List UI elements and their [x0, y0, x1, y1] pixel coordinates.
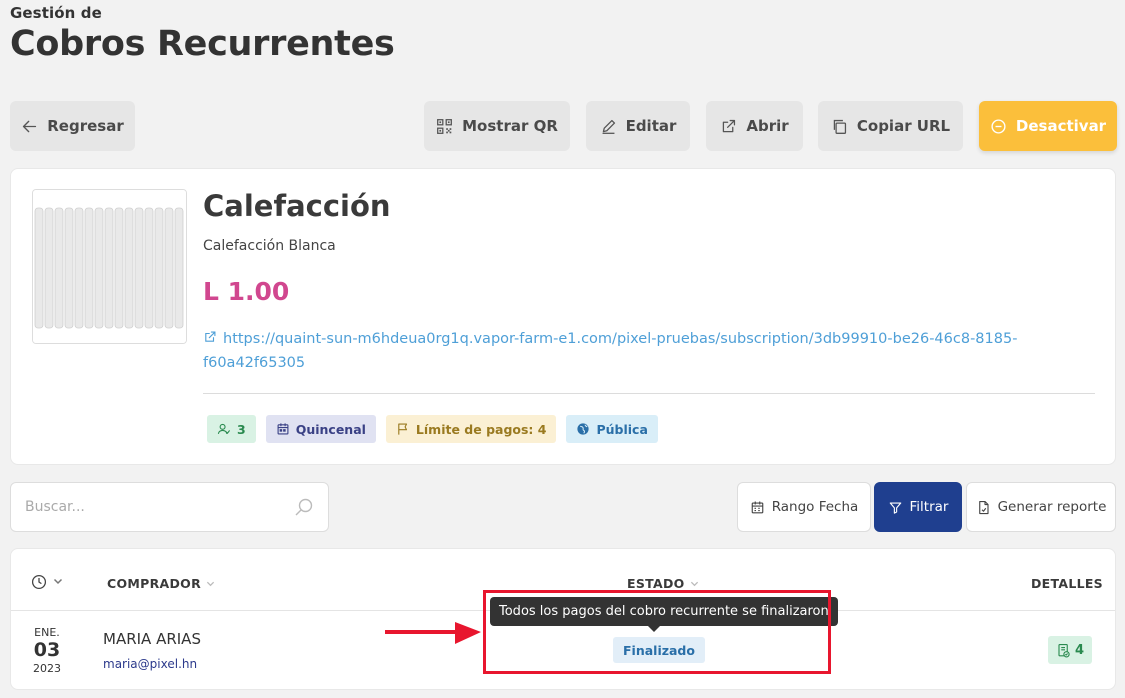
column-status[interactable]: ESTADO [627, 576, 699, 591]
search-input[interactable] [11, 483, 328, 531]
row-date: ENE. 03 2023 [31, 627, 63, 674]
receipt-icon [1058, 643, 1070, 657]
external-link-icon [205, 331, 216, 342]
visibility-badge: Pública [566, 415, 658, 443]
search-icon[interactable] [294, 497, 314, 517]
date-range-label: Rango Fecha [771, 499, 859, 515]
product-price: L 1.00 [203, 277, 290, 306]
filter-button[interactable]: Filtrar [874, 482, 962, 532]
generate-report-button[interactable]: Generar reporte [966, 482, 1116, 532]
visibility-label: Pública [596, 421, 648, 437]
product-image [32, 189, 187, 344]
row-date-year: 2023 [33, 662, 61, 675]
open-button[interactable]: Abrir [706, 101, 803, 151]
globe-icon [577, 423, 590, 435]
product-tags: 3 Quincenal Límite de pagos: 4 Pública [207, 415, 658, 443]
pencil-icon [602, 119, 615, 134]
divider [203, 393, 1095, 394]
annotation-arrow-icon [385, 622, 481, 644]
radiator-image [33, 190, 186, 343]
subscribers-badge: 3 [207, 415, 256, 443]
subscribers-count: 3 [237, 421, 246, 437]
column-buyer[interactable]: COMPRADOR [107, 576, 215, 591]
product-url-line2: f60a42f65305 [203, 355, 306, 371]
product-url-line1: https://quaint-sun-m6hdeua0rg1q.vapor-fa… [223, 331, 1018, 347]
calendar-icon [751, 501, 763, 513]
chevron-down-icon [690, 581, 698, 587]
external-link-icon [723, 119, 736, 132]
product-description: Calefacción Blanca [203, 238, 336, 254]
filter-label: Filtrar [909, 499, 949, 515]
row-date-day: 03 [33, 639, 61, 661]
status-tooltip: Todos los pagos del cobro recurrente se … [490, 597, 838, 632]
frequency-label: Quincenal [295, 421, 366, 437]
frequency-badge: Quincenal [265, 415, 376, 443]
column-details: DETALLES [1031, 576, 1103, 591]
open-label: Abrir [746, 117, 789, 135]
column-details-label: DETALLES [1030, 576, 1103, 591]
product-name: Calefacción [203, 189, 391, 223]
payment-limit-label: Límite de pagos: 4 [415, 421, 547, 437]
copy-url-button[interactable]: Copiar URL [818, 101, 963, 151]
generate-report-label: Generar reporte [997, 499, 1107, 515]
column-buyer-label: COMPRADOR [107, 576, 202, 591]
page-header: Gestión de Cobros Recurrentes [10, 4, 395, 64]
copy-url-label: Copiar URL [856, 117, 951, 135]
flag-icon [398, 423, 407, 435]
buyer-email: maria@pixel.hn [103, 657, 198, 671]
details-button[interactable]: 4 [1047, 636, 1092, 664]
payment-limit-badge: Límite de pagos: 4 [385, 415, 557, 443]
product-card: Calefacción Calefacción Blanca L 1.00 ht… [10, 168, 1116, 465]
qr-code-icon [437, 118, 453, 134]
page-subtitle: Gestión de [10, 4, 102, 22]
calendar-icon [277, 423, 289, 435]
show-qr-button[interactable]: Mostrar QR [424, 101, 570, 151]
minus-circle-icon [991, 118, 1006, 134]
search-box[interactable] [10, 482, 329, 532]
document-icon [978, 500, 989, 514]
edit-button[interactable]: Editar [586, 101, 690, 151]
column-status-label: ESTADO [627, 576, 685, 591]
copy-icon [833, 119, 846, 134]
product-url-link[interactable]: https://quaint-sun-m6hdeua0rg1q.vapor-fa… [203, 327, 1033, 375]
date-range-button[interactable]: Rango Fecha [737, 482, 871, 532]
details-count: 4 [1074, 642, 1084, 658]
edit-label: Editar [625, 117, 677, 135]
back-button[interactable]: Regresar [10, 101, 135, 151]
page-title: Cobros Recurrentes [10, 24, 395, 64]
row-date-month: ENE. [34, 626, 60, 639]
filter-icon [889, 501, 901, 514]
deactivate-label: Desactivar [1015, 117, 1107, 135]
status-badge[interactable]: Finalizado [613, 637, 705, 663]
chevron-down-icon[interactable] [53, 576, 63, 586]
users-icon [217, 423, 231, 435]
show-qr-label: Mostrar QR [462, 117, 558, 135]
buyer-name: MARIA ARIAS [103, 630, 201, 648]
clock-icon[interactable] [31, 574, 47, 590]
back-button-label: Regresar [47, 117, 124, 135]
chevron-down-icon [206, 581, 215, 587]
deactivate-button[interactable]: Desactivar [979, 101, 1117, 151]
arrow-left-icon [23, 120, 37, 132]
